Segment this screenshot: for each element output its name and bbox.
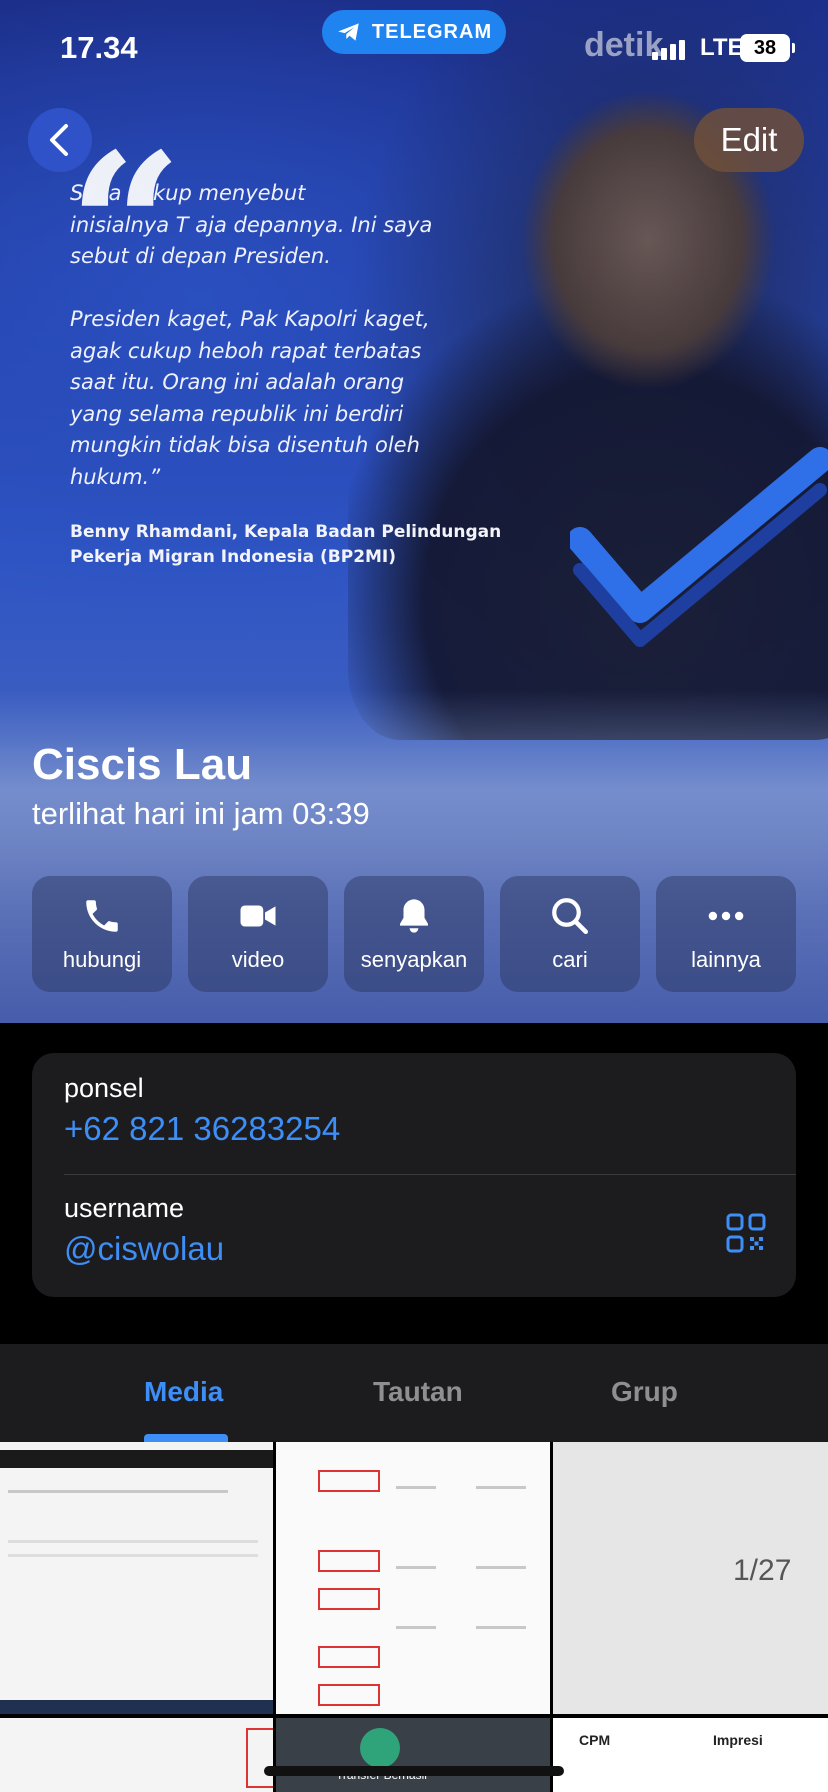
battery-icon: 38 (740, 34, 795, 62)
bell-icon (400, 899, 428, 933)
media-thumbnail[interactable] (276, 1442, 550, 1714)
back-button[interactable] (28, 108, 92, 172)
contact-info-card: ponsel +62 821 36283254 username @ciswol… (32, 1053, 796, 1297)
phone-icon (86, 900, 118, 932)
more-icon (708, 911, 744, 921)
username-label: username (64, 1193, 185, 1223)
profile-name: Ciscis Lau (32, 740, 253, 789)
media-grid: 1/27 Transfer Berhasil CPM Impresi (0, 1442, 828, 1792)
media-thumbnail[interactable]: 1/27 (553, 1442, 828, 1714)
search-icon (552, 898, 589, 935)
video-icon (240, 905, 276, 927)
network-type: LTE (700, 34, 744, 61)
mute-label: senyapkan (360, 947, 468, 972)
phone-number[interactable]: +62 821 36283254 (64, 1110, 340, 1148)
more-button[interactable]: lainnya (656, 876, 796, 992)
status-time: 17.34 (60, 30, 138, 65)
photo-quote-author: Benny Rhamdani, Kepala Badan Pelindungan… (70, 522, 502, 567)
thumbnail-cpm-header: CPM (579, 1732, 611, 1748)
call-button[interactable]: hubungi (32, 876, 172, 992)
bp2mi-logo (570, 447, 828, 647)
phone-row[interactable]: ponsel +62 821 36283254 (64, 1073, 340, 1148)
media-thumbnail[interactable]: Transfer Berhasil (276, 1718, 550, 1792)
page-indicator: 1/27 (733, 1554, 792, 1587)
media-thumbnail[interactable] (0, 1718, 273, 1792)
active-tab-indicator (144, 1434, 228, 1442)
divider (64, 1174, 796, 1175)
tab-links[interactable]: Tautan (373, 1376, 463, 1408)
edit-button[interactable]: Edit (694, 108, 804, 172)
media-tabs: Media Tautan Grup (0, 1344, 828, 1442)
mute-button[interactable]: senyapkan (344, 876, 484, 992)
thumbnail-impresi-header: Impresi (713, 1732, 763, 1748)
video-label: video (231, 947, 285, 972)
search-label: cari (552, 947, 588, 972)
telegram-pill-label: TELEGRAM (371, 20, 493, 43)
signal-icon (652, 38, 685, 60)
chevron-left-icon (50, 124, 68, 156)
video-button[interactable]: video (188, 876, 328, 992)
username-row[interactable]: username @ciswolau (64, 1193, 224, 1268)
tab-groups[interactable]: Grup (611, 1376, 678, 1408)
media-thumbnail[interactable] (0, 1442, 273, 1714)
media-thumbnail[interactable]: CPM Impresi (553, 1718, 828, 1792)
telegram-icon (338, 23, 359, 41)
tab-media[interactable]: Media (144, 1376, 223, 1408)
photo-quote-text: Saya cukup menyebut inisialnya T aja dep… (70, 181, 433, 489)
username-value[interactable]: @ciswolau (64, 1230, 224, 1268)
qr-code-icon[interactable] (726, 1213, 766, 1253)
action-bar: hubungi video senyapkan cari lainnya (32, 876, 796, 992)
call-label: hubungi (62, 947, 142, 972)
last-seen-status: terlihat hari ini jam 03:39 (32, 796, 370, 831)
telegram-pill[interactable]: TELEGRAM (322, 10, 506, 54)
search-button[interactable]: cari (500, 876, 640, 992)
more-label: lainnya (691, 947, 761, 972)
phone-label: ponsel (64, 1073, 144, 1103)
home-indicator (264, 1766, 564, 1776)
